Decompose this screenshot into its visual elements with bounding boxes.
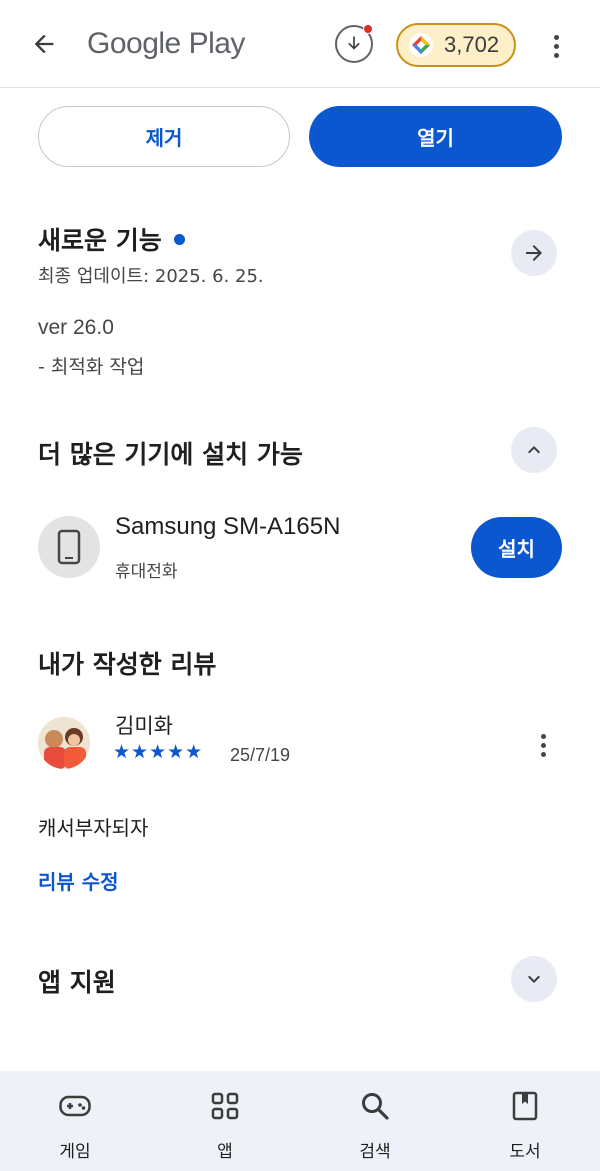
app-header: Google Play 3,702 (0, 0, 600, 88)
more-dot (553, 34, 559, 40)
device-avatar (38, 516, 100, 578)
nav-search[interactable]: 검색 (300, 1071, 450, 1171)
expand-support-button[interactable] (511, 956, 557, 1002)
review-more-button[interactable] (530, 728, 556, 762)
download-manager-button[interactable] (335, 24, 373, 63)
device-type: 휴대전화 (115, 562, 178, 582)
gamepad-icon (58, 1089, 92, 1123)
points-value: 3,702 (444, 32, 500, 57)
whats-new-title: 새로운 기능 (38, 226, 162, 255)
arrow-forward-icon (526, 245, 542, 261)
nav-label-search: 검색 (359, 1142, 391, 1162)
review-date: 25/7/19 (230, 745, 291, 765)
version-text: ver 26.0 (38, 316, 114, 339)
back-button[interactable] (24, 24, 64, 64)
chevron-up-icon (528, 446, 540, 454)
nav-books[interactable]: 도서 (450, 1071, 600, 1171)
edit-review-link[interactable]: 리뷰 수정 (38, 866, 119, 895)
more-dot (553, 43, 559, 49)
more-dot (553, 52, 559, 58)
notification-dot (363, 24, 373, 34)
reviewer-name: 김미화 (115, 714, 173, 738)
more-dot (540, 742, 546, 748)
nav-label-apps: 앱 (217, 1142, 233, 1162)
nav-label-games: 게임 (59, 1142, 91, 1162)
play-points-badge[interactable]: 3,702 (396, 23, 516, 67)
more-options-button[interactable] (540, 26, 572, 66)
chevron-down-icon (528, 975, 540, 983)
uninstall-button[interactable]: 제거 (38, 106, 290, 167)
phone-icon (57, 529, 81, 565)
more-dot (540, 733, 546, 739)
nav-games[interactable]: 게임 (0, 1071, 150, 1171)
bottom-navigation: 게임 앱 검색 도서 (0, 1071, 600, 1171)
device-name: Samsung SM-A165N (115, 513, 341, 540)
download-icon (348, 36, 360, 50)
install-button[interactable]: 설치 (471, 517, 562, 578)
reviewer-photo (38, 717, 90, 769)
last-updated-text: 최종 업데이트: 2025. 6. 25. (38, 266, 264, 287)
star-rating: ★★★★★ (113, 741, 204, 763)
my-review-title: 내가 작성한 리뷰 (38, 650, 217, 679)
new-indicator-dot (173, 233, 185, 245)
more-dot (540, 751, 546, 757)
reviewer-avatar (38, 717, 90, 769)
review-text: 캐서부자되자 (38, 816, 149, 840)
app-support-title: 앱 지원 (38, 968, 116, 997)
whats-new-heading: 새로운 기능 (38, 221, 185, 257)
nav-label-books: 도서 (509, 1142, 541, 1162)
book-icon (508, 1089, 542, 1123)
apps-grid-icon (208, 1089, 242, 1123)
whats-new-arrow-button[interactable] (511, 230, 557, 276)
open-button[interactable]: 열기 (309, 106, 562, 167)
nav-apps[interactable]: 앱 (150, 1071, 300, 1171)
google-play-logo: Google Play (87, 27, 245, 60)
more-devices-title: 더 많은 기기에 설치 가능 (38, 440, 303, 469)
collapse-devices-button[interactable] (511, 427, 557, 473)
play-points-icon (409, 33, 433, 57)
release-notes-text: - 최적화 작업 (38, 356, 145, 378)
arrow-back-icon (34, 34, 54, 54)
search-icon (358, 1089, 392, 1123)
